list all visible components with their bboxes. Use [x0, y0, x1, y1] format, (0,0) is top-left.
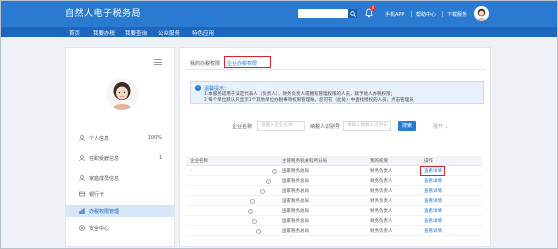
- row-radio[interactable]: [272, 168, 277, 174]
- user-icon: [79, 155, 85, 161]
- sidebar-item-label: 银行卡: [89, 192, 105, 198]
- sidebar-item-family-info[interactable]: 家庭成员信息: [66, 172, 174, 184]
- company-name-label: 企业名称: [232, 124, 253, 130]
- permission-cell: 财务负责人: [370, 169, 393, 174]
- sidebar-item-value: 1: [158, 155, 162, 161]
- nav-item-query[interactable]: 我要查询: [125, 29, 147, 37]
- row-radio[interactable]: [266, 178, 271, 184]
- sidebar-item-personal-info[interactable]: 个人信息 100%: [66, 132, 174, 144]
- avatar-icon: [112, 82, 132, 110]
- table-row: 国家税务总局 财务负责人 查看详情: [186, 226, 482, 236]
- column-header: 企业名称: [190, 159, 208, 164]
- row-radio[interactable]: [250, 198, 255, 204]
- action-highlight-box: [420, 166, 445, 176]
- profile-sidebar: 个人信息 100% 任职受雇信息 1 家庭成员信息 银行卡 办税权限管理 安全中…: [65, 47, 175, 247]
- view-details-link[interactable]: 查看详情: [424, 218, 442, 224]
- tab-highlight-box: [224, 56, 271, 68]
- profile-avatar: [106, 78, 138, 110]
- column-header: 主管税务机关科所分局: [282, 159, 327, 164]
- mobile-app-link[interactable]: 手机APP: [385, 11, 404, 18]
- company-name-input[interactable]: 请输入企业名称: [257, 121, 305, 131]
- view-details-link[interactable]: 查看详情: [424, 188, 442, 194]
- office-cell: 国家税务总局: [282, 169, 309, 174]
- notification-badge: 4: [370, 5, 376, 11]
- row-radio[interactable]: [248, 208, 253, 214]
- nav-item-public-service[interactable]: 公众服务: [158, 29, 180, 37]
- table-row: 国家税务总局 财务负责人 查看详情: [186, 196, 482, 206]
- office-cell: 国家税务总局: [282, 179, 309, 184]
- sidebar-item-security-center[interactable]: 安全中心: [66, 222, 174, 234]
- view-details-link[interactable]: 查看详情: [424, 198, 442, 204]
- office-cell: 国家税务总局: [282, 199, 309, 204]
- sidebar-item-label: 办税权限管理: [89, 209, 120, 215]
- notice-box: i 温馨提示： 1.本服务适用于法定代表人（负责人），财务负责人或拥有管理权限的…: [190, 81, 484, 104]
- notice-line: 2.每个单位默认只显示1个其他单位办税事项权限管理账，您可在（此处）中查找授权的…: [204, 98, 414, 103]
- table-row: 国家税务总局 财务负责人 查看详情: [186, 186, 482, 196]
- header-divider: [411, 11, 412, 17]
- nav-item-tax-handling[interactable]: 我要办税: [93, 29, 115, 37]
- table-row: 国家税务总局 财务负责人 查看详情: [186, 216, 482, 226]
- sidebar-item-label: 安全中心: [89, 226, 110, 232]
- office-cell: 国家税务总局: [282, 229, 309, 234]
- card-icon: [79, 191, 85, 197]
- permission-cell: 财务负责人: [370, 189, 393, 194]
- table-row: 国家税务总局 财务负责人 查看详情: [186, 176, 482, 186]
- sidebar-item-label: 任职受雇信息: [89, 156, 120, 162]
- nav-item-home[interactable]: 首页: [69, 29, 80, 37]
- sidebar-item-employment-info[interactable]: 任职受雇信息 1: [66, 152, 174, 164]
- column-header: 操作: [424, 159, 433, 164]
- sidebar-item-label: 家庭成员信息: [89, 176, 120, 182]
- menu-toggle-icon[interactable]: [154, 59, 162, 65]
- permission-cell: 财务负责人: [370, 219, 393, 224]
- expand-filters-button[interactable]: 展开 ⌄: [433, 123, 449, 130]
- search-icon: [349, 10, 356, 17]
- view-details-link[interactable]: 查看详情: [424, 228, 442, 234]
- user-avatar[interactable]: [474, 6, 489, 21]
- user-icon: [79, 135, 85, 141]
- table-row: - 国家税务总局 财务负责人 查看详情: [186, 166, 482, 176]
- office-cell: 国家税务总局: [282, 209, 309, 214]
- main-nav: 首页 我要办税 我要查询 公众服务 特色应用: [1, 27, 557, 37]
- search-button[interactable]: 搜索: [398, 121, 416, 131]
- header-divider: [442, 11, 443, 17]
- taxpayer-id-label: 纳税人识别号: [310, 124, 341, 130]
- window-frame: 自然人电子税务局 4 手机APP 帮助中心 下载服务 首页 我要办税 我要查询 …: [0, 0, 558, 249]
- row-radio[interactable]: [260, 188, 265, 194]
- row-radio[interactable]: [256, 228, 261, 234]
- view-details-link[interactable]: 查看详情: [424, 178, 442, 184]
- office-cell: 国家税务总局: [282, 189, 309, 194]
- info-icon: i: [195, 85, 201, 91]
- sidebar-item-bank-card[interactable]: 银行卡: [66, 188, 174, 200]
- company-cell: -: [190, 168, 192, 173]
- sidebar-item-value: 100%: [147, 135, 162, 141]
- permission-panel: 我的办税权限 企业办税权限 i 温馨提示： 1.本服务适用于法定代表人（负责人）…: [179, 47, 491, 247]
- top-header: 自然人电子税务局 4 手机APP 帮助中心 下载服务: [1, 1, 557, 27]
- table-header: 企业名称 主管税务机关科所分局 我的权限 操作: [186, 156, 482, 166]
- app-title: 自然人电子税务局: [65, 9, 142, 19]
- permission-cell: 财务负责人: [370, 199, 393, 204]
- column-header: 我的权限: [370, 159, 388, 164]
- office-cell: 国家税务总局: [282, 219, 309, 224]
- permission-cell: 财务负责人: [370, 229, 393, 234]
- avatar-icon: [477, 8, 486, 21]
- search-input[interactable]: [298, 9, 348, 18]
- sidebar-item-tax-permission[interactable]: 办税权限管理: [66, 205, 174, 217]
- chart-icon: [79, 208, 85, 214]
- tab-my-permissions[interactable]: 我的办税权限: [190, 60, 220, 67]
- row-radio[interactable]: [252, 218, 257, 224]
- search-button[interactable]: [348, 9, 357, 18]
- download-service-link[interactable]: 下载服务: [447, 11, 467, 18]
- permission-cell: 财务负责人: [370, 209, 393, 214]
- permission-cell: 财务负责人: [370, 179, 393, 184]
- nav-item-featured-apps[interactable]: 特色应用: [192, 29, 214, 37]
- view-details-link[interactable]: 查看详情: [424, 208, 442, 214]
- help-center-link[interactable]: 帮助中心: [416, 11, 436, 18]
- sidebar-item-label: 个人信息: [89, 136, 110, 142]
- shield-icon: [79, 225, 85, 231]
- table-row: 国家税务总局 财务负责人 查看详情: [186, 206, 482, 216]
- taxpayer-id-input[interactable]: 请输入纳税人识别号: [343, 121, 391, 131]
- user-icon: [79, 175, 85, 181]
